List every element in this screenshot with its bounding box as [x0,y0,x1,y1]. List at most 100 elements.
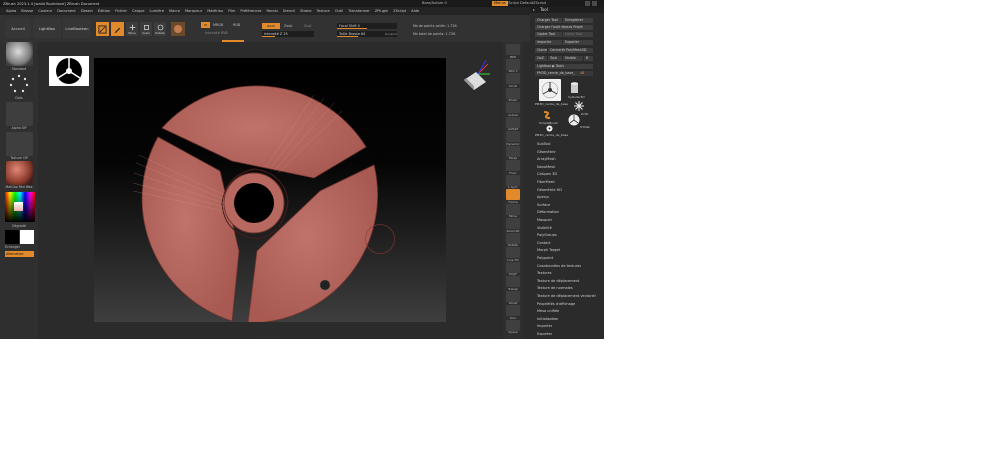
menu-item[interactable]: Matériau [207,9,223,13]
material-thumbnail[interactable] [6,161,33,185]
draw-button[interactable] [111,22,124,36]
subpalette-item[interactable]: Calques 3D [537,172,557,176]
load-from-project-button[interactable]: Charger l'outil depuis Projet [535,25,593,30]
mrgb-button[interactable]: MRGB [213,23,223,27]
import-button[interactable]: Importer [535,40,562,45]
navigation-gyro[interactable] [460,56,496,92]
menu-item[interactable]: Outil [335,9,344,13]
menu-item[interactable]: Document [57,9,76,13]
make-polymesh-button[interactable]: Convertir PolyMesh3D [548,48,593,53]
material-swatch-button[interactable] [171,22,185,36]
menu-item[interactable]: Stencil [283,9,295,13]
subpalette-item[interactable]: Texture de déplacement [537,279,579,283]
paste-tool-button[interactable]: Coller Tool [563,32,593,37]
subpalette-item[interactable]: Géométrie [537,150,556,154]
right-shelf-button[interactable] [506,247,520,258]
right-shelf-button[interactable] [506,305,520,316]
subpalette-item[interactable]: Visibilité [537,226,552,230]
canvas-viewport[interactable] [94,58,446,322]
z-intensity-slider[interactable]: Intensité Z 25 [262,31,314,37]
all-button[interactable]: Tout [548,56,562,61]
subpalette-item[interactable]: Masquer [537,218,552,222]
subpalette-item[interactable]: PolyGroups [537,233,557,237]
menu-item[interactable]: Fichier [115,9,127,13]
right-shelf-button[interactable] [506,160,520,171]
alternate-button[interactable]: Alternative [5,251,34,257]
menu-item[interactable]: Macro [169,9,180,13]
subpalette-item[interactable]: Polypaint [537,256,553,260]
subpalette-item[interactable]: SubTool [537,142,550,146]
menu-item[interactable]: Film [228,9,235,13]
move-button[interactable]: Move [126,22,138,36]
menu-item[interactable]: Édition [98,9,110,13]
right-shelf-button[interactable] [506,145,520,157]
rgb-button[interactable]: RGB [233,23,240,27]
right-shelf-button[interactable] [506,131,520,142]
copy-tool-button[interactable]: Copier Tool [535,32,562,37]
m-button[interactable]: M [201,22,210,28]
subpalette-item[interactable]: Géométrie HD [537,188,562,192]
menu-item[interactable]: ZPlugin [375,9,388,13]
subpalette-item[interactable]: FiberMesh [537,180,555,184]
secondary-color-swatch[interactable] [5,230,19,244]
export-button[interactable]: Exporter [563,40,593,45]
subpalette-item[interactable]: Coordonnées de textures [537,264,581,268]
dynamic-toggle[interactable]: Dynamic [385,32,397,36]
right-shelf-button[interactable] [506,58,520,70]
right-shelf-button[interactable] [506,102,520,113]
scale-button[interactable]: Scale [140,22,152,36]
subpalette-item[interactable]: Surface [537,203,550,207]
subpalette-item[interactable]: Textures [537,271,552,275]
zscript-label[interactable]: ZScript DefaultZScript [506,1,546,5]
right-shelf-button[interactable] [506,116,520,128]
menu-item[interactable]: Calque [132,9,144,13]
color-picker-inner[interactable] [14,202,23,211]
menu-item[interactable]: ZScript [393,9,406,13]
right-shelf-button[interactable] [506,319,520,331]
lightbox-tools-button[interactable]: Lightbox ▶ Tools [535,64,593,69]
menu-item[interactable]: Alpha [6,9,16,13]
tool-thumb-disc-3[interactable] [546,125,553,132]
right-shelf-button[interactable] [506,276,520,287]
edit-button[interactable] [96,22,109,36]
zadd-button[interactable]: Zadd [262,23,280,29]
home-button[interactable]: Accueil [5,19,31,38]
subpalette-item[interactable]: Morph Target [537,248,560,252]
panel-collapse-icon[interactable]: ▸ [533,7,535,12]
subpalette-item[interactable]: Déformation [537,210,559,214]
save-as-button[interactable]: Enregistrer [563,18,593,23]
brush-thumbnail[interactable] [6,42,33,66]
disc-model[interactable] [94,58,446,322]
right-shelf-button[interactable] [506,203,520,215]
subpalette-item[interactable]: Mesa unifiée [537,309,559,313]
right-shelf-button[interactable] [506,261,520,273]
menu-item[interactable]: Stroke [300,9,311,13]
subpalette-item[interactable]: Propriétés d'affichage [537,302,575,306]
alpha-thumbnail[interactable] [6,102,33,126]
zsub-button[interactable]: Zsub [284,24,292,28]
zcut-button[interactable]: Zcut [304,24,312,28]
tool-thumb-disc[interactable] [539,79,561,101]
switch-color-label[interactable]: Échanger [5,245,43,249]
right-shelf-button[interactable] [506,189,520,200]
close-icon[interactable] [592,1,597,6]
rgb-intensity-slider[interactable]: Intensité RVB [205,31,228,35]
clone-button[interactable]: Cloner [535,48,547,53]
menu-item[interactable]: Texture [317,9,330,13]
load-tool-button[interactable]: Charger Tool [535,18,562,23]
menu-item[interactable]: Aide [411,9,419,13]
minimize-icon[interactable] [585,1,590,6]
menu-item[interactable]: Marqueur [185,9,202,13]
subpalette-item[interactable]: NanoMesh [537,165,555,169]
menu-item[interactable]: Lumière [150,9,165,13]
main-color-swatch[interactable] [20,230,34,244]
subpalette-item[interactable]: Texture de déplacement vectoriel [537,294,596,298]
right-shelf-button[interactable] [506,290,520,302]
stroke-thumbnail[interactable] [6,72,33,96]
texture-thumbnail[interactable] [6,132,33,156]
lightbox-button[interactable]: LightBox [33,19,61,38]
menu-item[interactable]: Transformer [348,9,370,13]
right-shelf-button[interactable] [506,87,520,99]
subpalette-item[interactable]: Contact [537,241,551,245]
subpalette-item[interactable]: Initialisation [537,317,558,321]
